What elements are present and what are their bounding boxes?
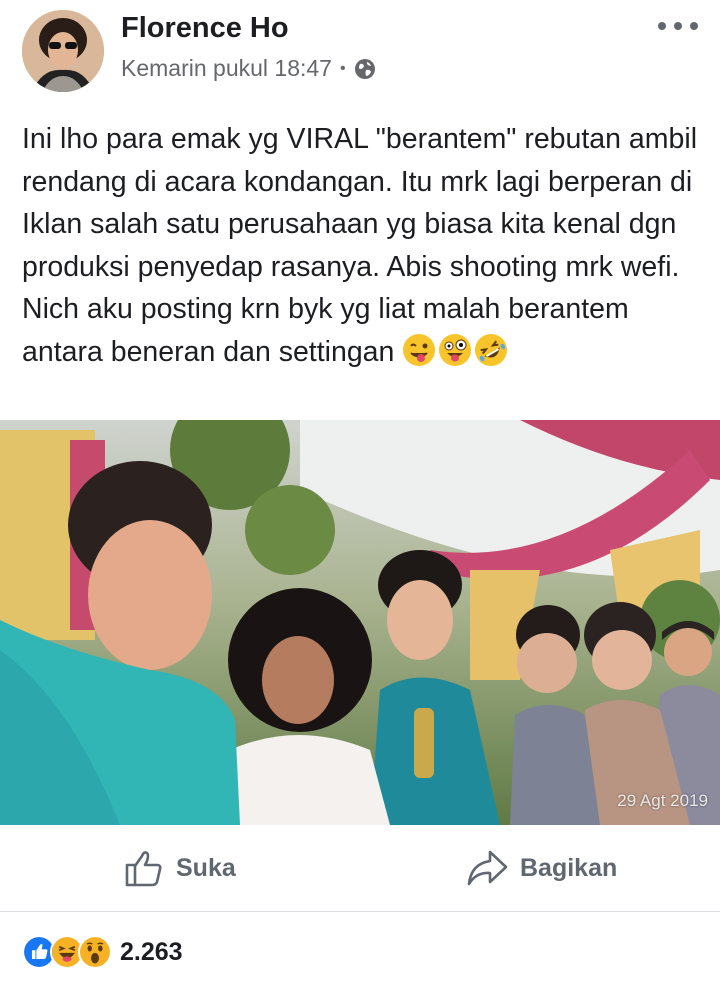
post-header: Florence Ho Kemarin pukul 18:47 •	[0, 0, 720, 105]
post-timestamp[interactable]: Kemarin pukul 18:47	[121, 55, 332, 82]
share-arrow-icon	[467, 850, 508, 886]
post-body: Ini lho para emak yg VIRAL "berantem" re…	[22, 123, 698, 368]
more-options-icon[interactable]	[658, 20, 698, 32]
like-button[interactable]: Suka	[124, 848, 236, 888]
share-button[interactable]: Bagikan	[466, 848, 617, 888]
author-avatar[interactable]	[22, 10, 104, 92]
author-name[interactable]: Florence Ho	[121, 12, 289, 45]
post-text: Ini lho para emak yg VIRAL "berantem" re…	[22, 118, 702, 373]
reactions-summary[interactable]: 2.263	[22, 935, 183, 969]
wow-reaction-icon	[78, 935, 112, 969]
thumbs-up-icon	[125, 851, 162, 887]
globe-icon	[354, 58, 376, 80]
rolling-laughing-emoji	[475, 333, 508, 366]
like-label: Suka	[176, 853, 236, 882]
post-photo[interactable]: 29 Agt 2019	[0, 420, 720, 825]
photo-date-stamp: 29 Agt 2019	[617, 791, 708, 810]
action-bar: Suka Bagikan	[0, 826, 720, 912]
zany-face-emoji	[439, 333, 472, 366]
reaction-count: 2.263	[120, 937, 183, 966]
post-meta: Kemarin pukul 18:47 •	[121, 55, 376, 82]
share-label: Bagikan	[520, 853, 618, 882]
meta-separator: •	[339, 59, 346, 77]
post-emojis	[402, 333, 508, 367]
winking-tongue-emoji	[403, 333, 436, 366]
